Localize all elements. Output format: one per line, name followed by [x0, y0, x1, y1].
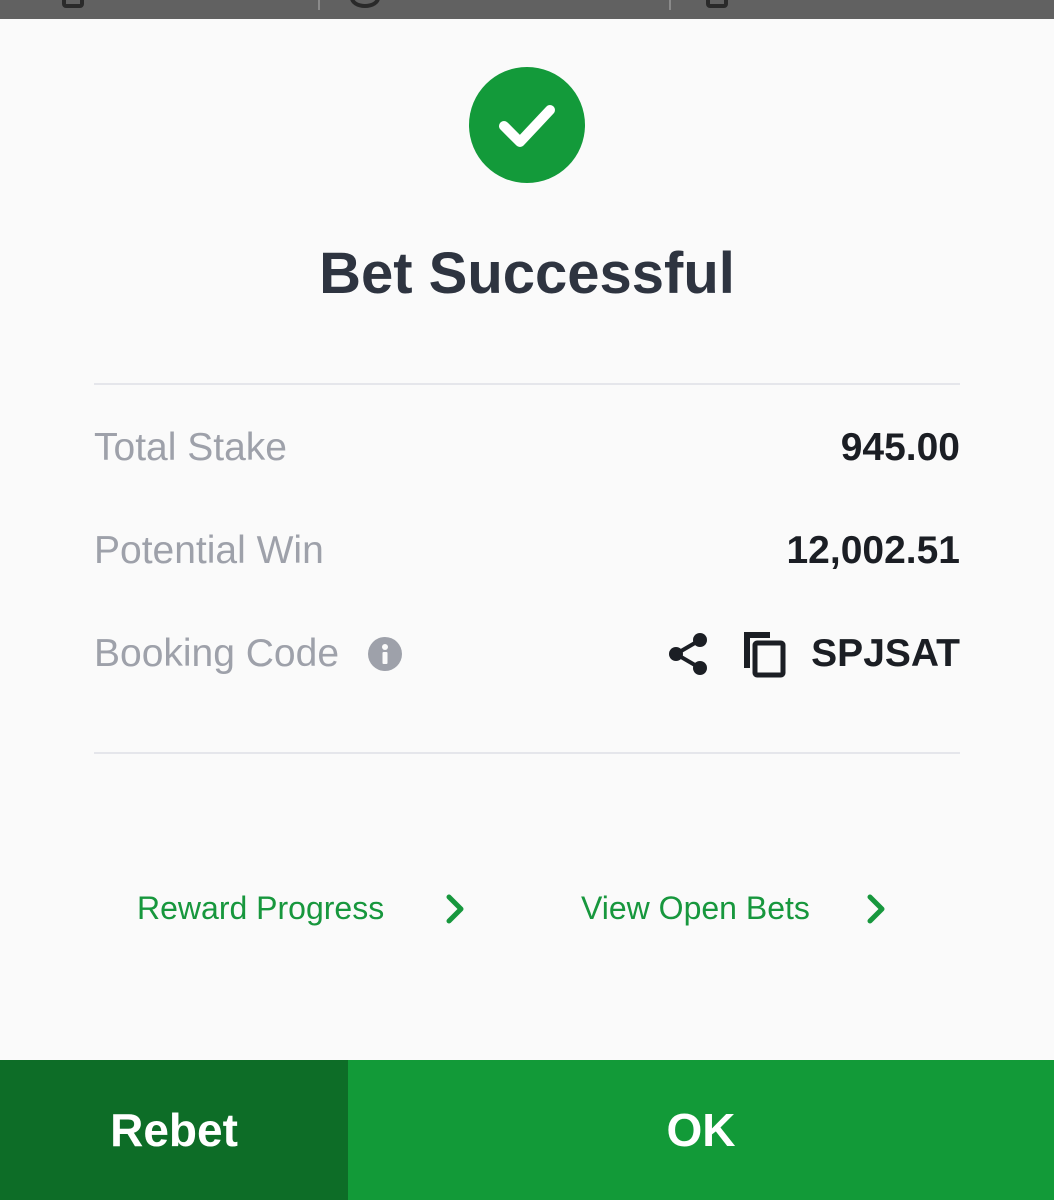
booking-code-label: Booking Code — [94, 632, 340, 675]
chevron-right-icon — [867, 894, 885, 924]
top-bar-separator — [669, 0, 671, 10]
footer-actions: Rebet OK — [0, 1060, 1054, 1200]
check-circle-icon — [469, 67, 585, 183]
booking-code-value[interactable]: SPJSAT — [811, 628, 960, 680]
total-stake-label: Total Stake — [94, 426, 287, 469]
reward-progress-label: Reward Progress — [137, 890, 385, 926]
potential-win-value: 12,002.51 — [786, 529, 960, 572]
divider-bottom — [94, 752, 960, 754]
divider-top — [94, 383, 960, 385]
info-icon[interactable] — [368, 637, 402, 671]
document-icon — [706, 0, 728, 8]
top-bar-separator — [318, 0, 320, 10]
view-open-bets-label: View Open Bets — [581, 890, 810, 926]
chevron-right-icon — [446, 894, 464, 924]
page-title: Bet Successful — [319, 241, 735, 306]
ok-button[interactable]: OK — [348, 1060, 1054, 1200]
share-icon[interactable] — [664, 630, 712, 678]
total-stake-value: 945.00 — [840, 426, 960, 469]
potential-win-label: Potential Win — [94, 529, 324, 572]
reward-progress-link[interactable]: Reward Progress — [137, 880, 467, 936]
clock-icon — [350, 0, 380, 8]
copy-icon[interactable] — [738, 628, 788, 680]
edit-icon — [62, 0, 84, 8]
rebet-button[interactable]: Rebet — [0, 1060, 348, 1200]
top-app-bar-remnant — [0, 0, 1054, 19]
view-open-bets-link[interactable]: View Open Bets — [581, 880, 891, 936]
